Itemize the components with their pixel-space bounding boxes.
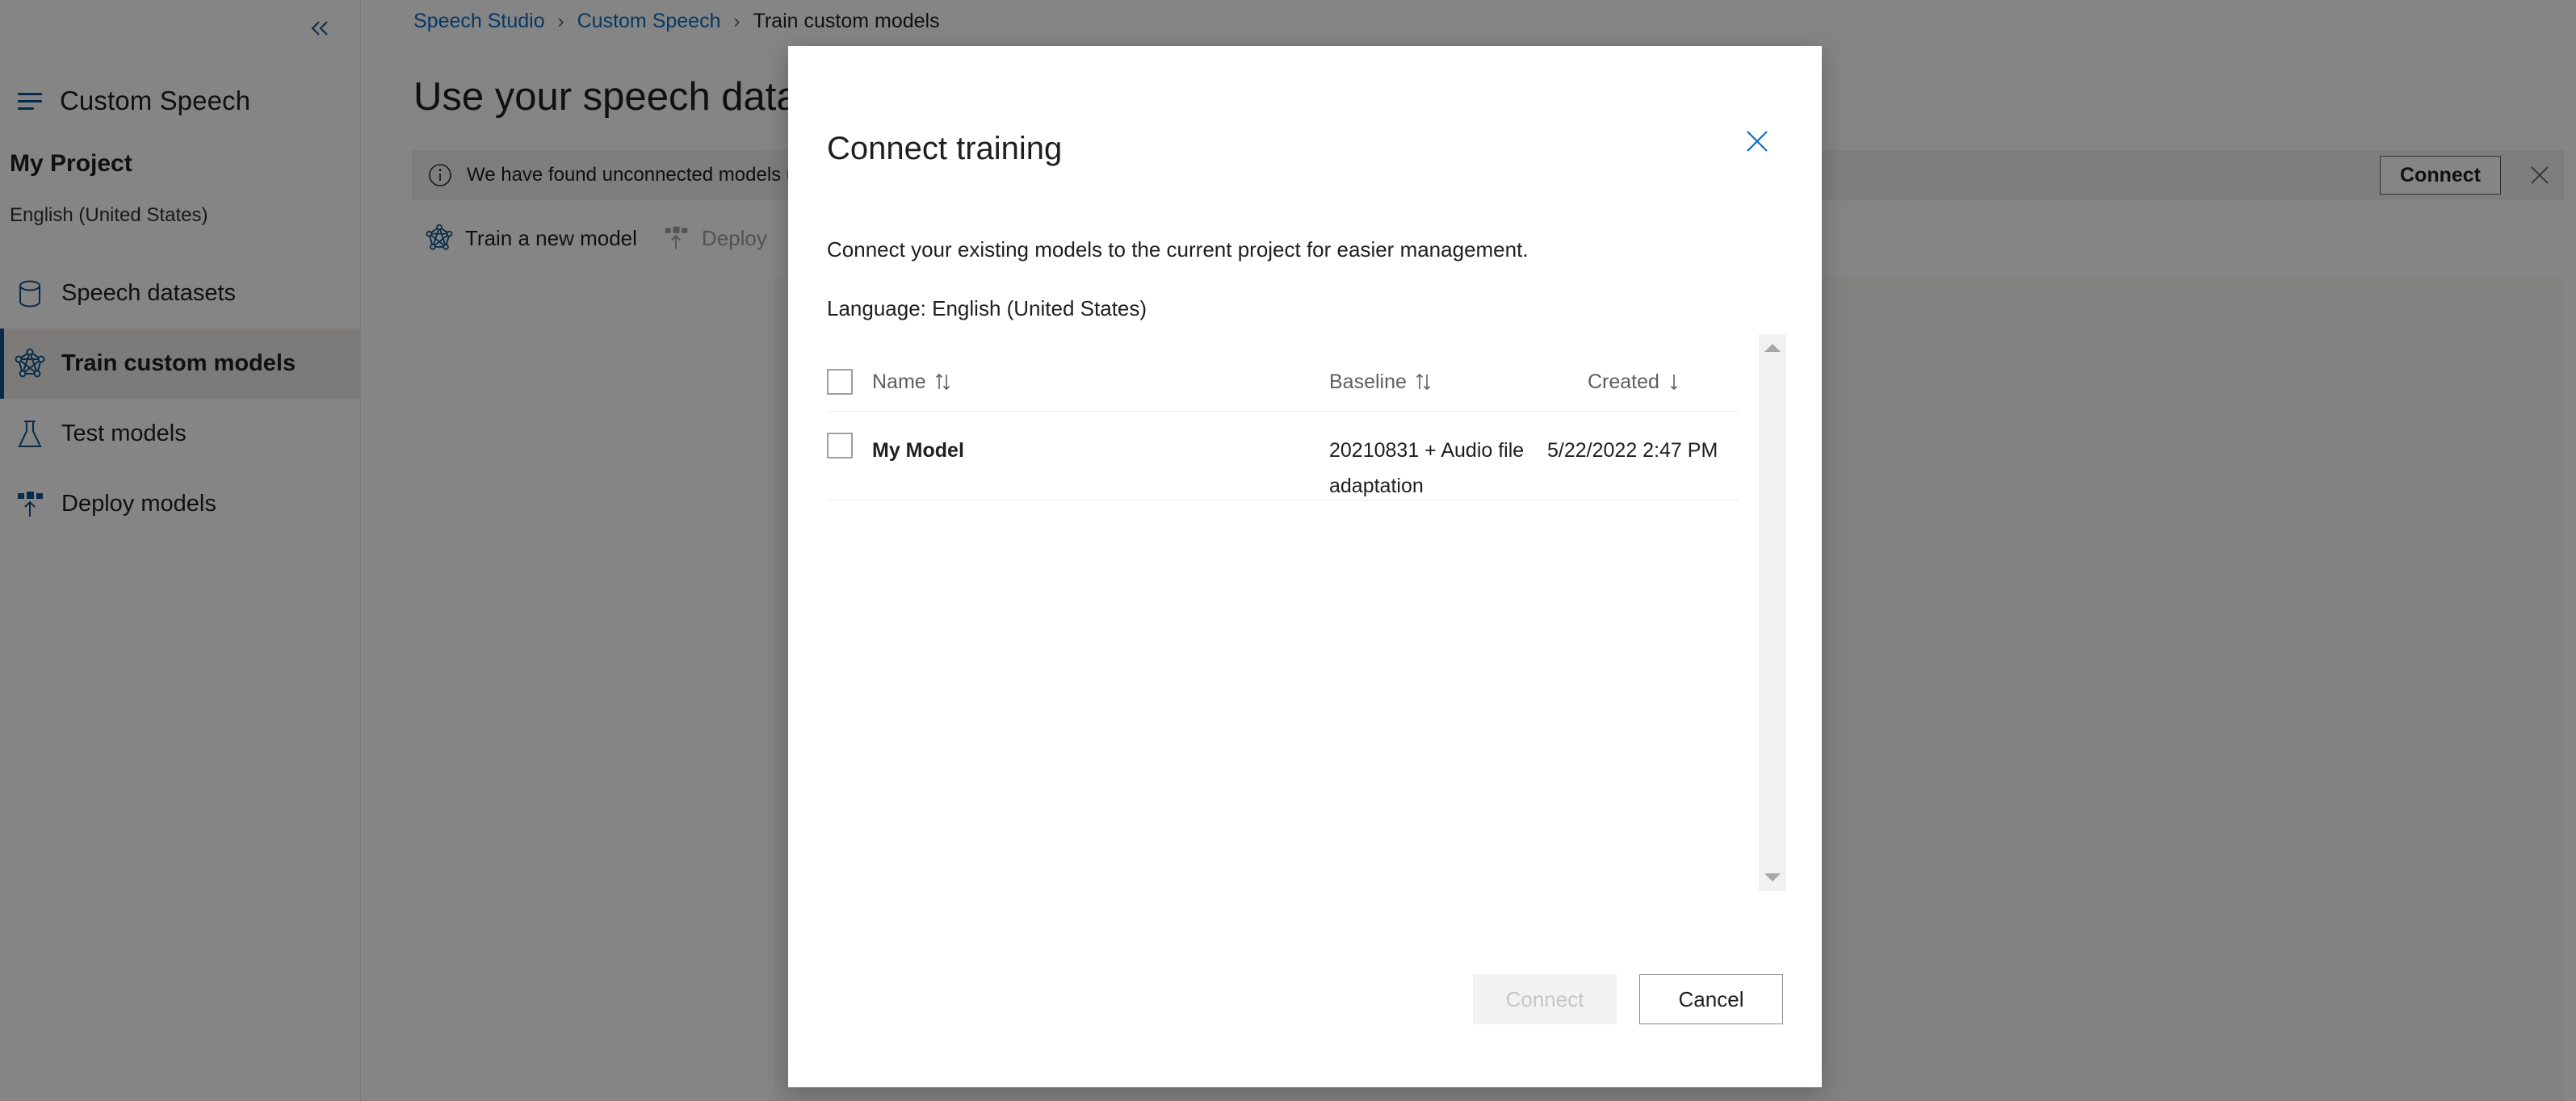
column-header-name[interactable]: Name [872,370,1329,394]
cell-created: 5/22/2022 2:47 PM [1547,439,1718,462]
dialog-cancel-button[interactable]: Cancel [1639,974,1783,1024]
scroll-down-button[interactable] [1759,864,1786,891]
caret-up-icon [1764,344,1781,352]
select-all-checkbox[interactable] [827,369,853,395]
connect-training-dialog: Connect training Connect your existing m… [788,46,1822,1087]
dialog-footer: Connect Cancel [788,974,1822,1024]
table-row[interactable]: My Model 20210831 + Audio file adaptatio… [827,412,1739,500]
select-all-checkbox-cell [827,369,872,395]
sort-both-icon [1415,371,1433,392]
table-body: My Model 20210831 + Audio file adaptatio… [827,412,1739,961]
caret-down-icon [1764,873,1781,881]
row-checkbox[interactable] [827,433,853,458]
column-header-label: Baseline [1329,370,1407,393]
column-header-label: Name [872,370,926,393]
cell-name: My Model [872,439,964,462]
column-header-baseline[interactable]: Baseline [1329,370,1588,394]
column-header-created[interactable]: Created [1588,370,1739,394]
dialog-close-button[interactable] [1731,117,1783,169]
scroll-up-button[interactable] [1759,334,1786,362]
models-table: Name Baseline Created My Model 20210831 … [827,353,1739,961]
row-checkbox-cell [827,433,872,458]
column-header-label: Created [1588,370,1659,393]
sort-both-icon [934,371,952,392]
table-header-row: Name Baseline Created [827,353,1739,412]
dialog-language: Language: English (United States) [827,296,1147,320]
cell-baseline: 20210831 + Audio file adaptation [1329,439,1525,497]
close-icon [1744,128,1770,158]
dialog-title: Connect training [827,131,1063,166]
dialog-connect-button: Connect [1473,974,1617,1024]
dialog-list-scrollbar[interactable] [1759,334,1786,891]
sort-down-icon [1668,371,1680,392]
dialog-description: Connect your existing models to the curr… [827,237,1529,262]
